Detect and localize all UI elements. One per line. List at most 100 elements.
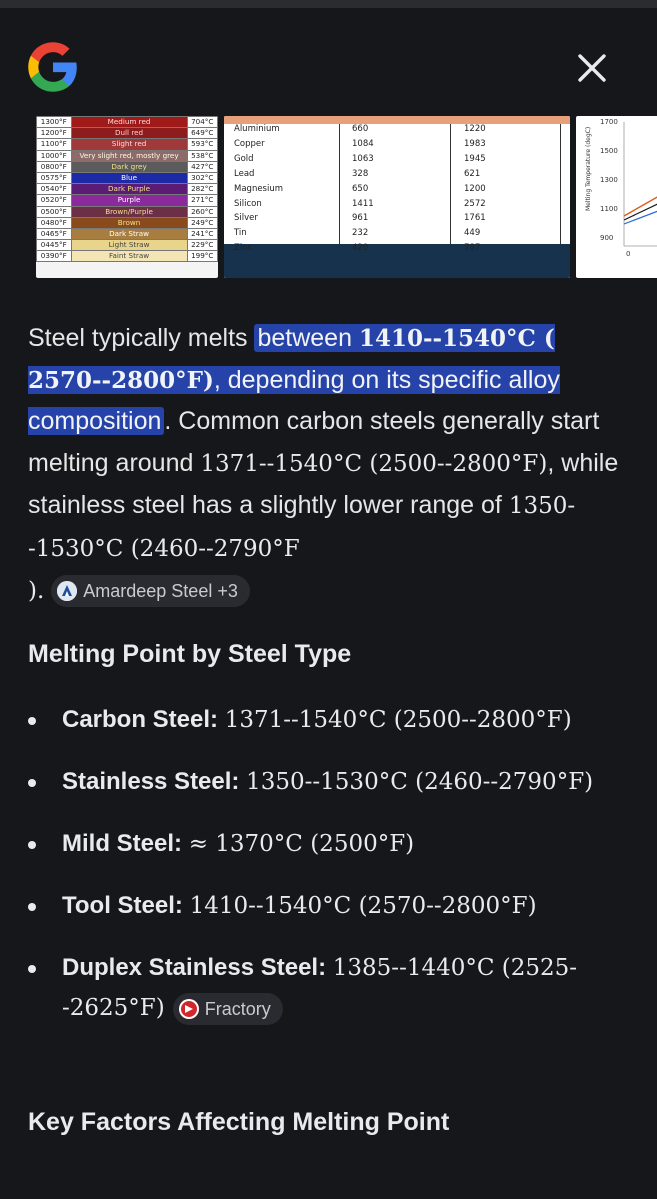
- source-chip-amardeep[interactable]: Amardeep Steel +3: [51, 575, 250, 608]
- source-chip-fractory[interactable]: Fractory: [172, 992, 283, 1025]
- close-icon[interactable]: [570, 46, 614, 90]
- steel-type-label: Stainless Steel:: [62, 768, 240, 795]
- metal-melting-table: Aluminium 660 1220 Copper 1084 1983 Gold 1063 19…: [224, 116, 570, 278]
- metal-name: Copper: [234, 138, 265, 149]
- metal-value: 787: [464, 243, 481, 254]
- chart-line-black: [623, 203, 657, 221]
- temper-c-cell: 229°C: [186, 239, 218, 252]
- metal-row: Tin 232 449: [224, 228, 570, 243]
- chart-y-tick: 1100: [600, 205, 618, 213]
- metal-value: 660: [352, 124, 369, 134]
- temper-row: 0480°F Brown 249°C: [36, 216, 218, 229]
- temper-color-cell: Purple: [70, 194, 188, 207]
- thumbnail-melting-chart[interactable]: Melting Temperature (degC) 1700 1500 1300 1…: [576, 116, 657, 278]
- metal-value: 449: [464, 228, 481, 239]
- temper-f-cell: 1100°F: [36, 138, 72, 151]
- temper-row: 0465°F Dark Straw 241°C: [36, 227, 218, 241]
- temper-f-cell: 0520°F: [36, 194, 72, 207]
- thumbnail-temper-colors[interactable]: 1300°F Medium red 704°C 1200°F Dull red 649°C…: [36, 116, 218, 278]
- temper-f-cell: 0800°F: [36, 160, 72, 173]
- carbon-range: 1371--1540°C (2500--2800°F): [200, 450, 548, 477]
- bullet-icon: [28, 779, 36, 787]
- steel-type-value: ≈ 1370°C (2500°F): [188, 831, 415, 857]
- highlight-range-c: 1410--1540°C (: [358, 325, 555, 352]
- metal-row: Magnesium 650 1200: [224, 184, 570, 199]
- temper-c-cell: 282°C: [186, 183, 218, 196]
- answer-paragraph: Steel typically melts between 1410--1540…: [28, 318, 628, 613]
- temper-color-cell: Brown: [70, 216, 188, 229]
- steel-type-value: 1371--1540°C (2500--2800°F): [224, 707, 572, 733]
- temper-c-cell: 241°C: [186, 227, 218, 241]
- steel-type-item: Mild Steel: ≈ 1370°C (2500°F): [28, 824, 638, 864]
- status-strip: [0, 0, 657, 8]
- steel-type-value: 1350--1530°C (2460--2790°F): [246, 769, 594, 795]
- google-g-logo[interactable]: [26, 40, 80, 94]
- temper-row: 1100°F Slight red 593°C: [36, 138, 218, 151]
- metal-row: Silicon 1411 2572: [224, 199, 570, 214]
- metal-value: 1945: [464, 153, 486, 164]
- steel-type-item: Carbon Steel: 1371--1540°C (2500--2800°F…: [28, 700, 638, 740]
- metal-value: 1063: [352, 153, 374, 164]
- metal-value: 1200: [464, 183, 486, 194]
- metal-value: 1983: [464, 138, 486, 149]
- temper-f-cell: 1000°F: [36, 149, 72, 162]
- metal-name: Silver: [234, 213, 258, 224]
- bullet-icon: [28, 717, 36, 725]
- temper-color-cell: Blue: [70, 171, 188, 185]
- metal-name: Magnesium: [234, 183, 284, 194]
- chart-y-tick: 1500: [600, 147, 618, 155]
- metal-name: Lead: [234, 168, 255, 179]
- melting-chart: Melting Temperature (degC) 1700 1500 1300 1…: [585, 118, 657, 258]
- metal-value: 232: [352, 228, 369, 239]
- temper-color-cell: Dull red: [70, 127, 188, 140]
- temper-c-cell: 649°C: [186, 127, 218, 140]
- steel-type-value: 1410--1540°C (2570--2800°F): [189, 893, 537, 919]
- metal-row: Copper 1084 1983: [224, 139, 570, 154]
- temper-row: 0520°F Purple 271°C: [36, 194, 218, 207]
- metal-name: Silicon: [234, 198, 262, 209]
- metal-name: Aluminium: [234, 124, 280, 134]
- temper-row: 0800°F Dark grey 427°C: [36, 160, 218, 173]
- thumbnail-metal-melting-table[interactable]: Aluminium 660 1220 Copper 1084 1983 Gold 1063 19…: [224, 116, 570, 278]
- temper-color-cell: Faint Straw: [70, 250, 188, 263]
- bullet-icon: [28, 841, 36, 849]
- temper-c-cell: 538°C: [186, 149, 218, 162]
- metal-row: Lead 328 621: [224, 169, 570, 184]
- chart-x-tick: 0: [626, 250, 630, 258]
- temper-row: 1000°F Very slight red, mostly grey 538°C: [36, 149, 218, 162]
- temper-row: 0390°F Faint Straw 199°C: [36, 250, 218, 263]
- steel-type-label: Mild Steel:: [62, 830, 183, 857]
- steel-type-list: Carbon Steel: 1371--1540°C (2500--2800°F…: [28, 700, 638, 1050]
- highlight-range-f: 2570--2800°F): [28, 366, 214, 394]
- temper-c-cell: 271°C: [186, 194, 218, 207]
- temper-c-cell: 593°C: [186, 138, 218, 151]
- temper-row: 0445°F Light Straw 229°C: [36, 239, 218, 252]
- steel-type-label: Tool Steel:: [62, 892, 183, 919]
- temper-f-cell: 0540°F: [36, 183, 72, 196]
- steel-type-label: Carbon Steel:: [62, 706, 219, 733]
- temper-c-cell: 302°C: [186, 171, 218, 185]
- metal-value: 1084: [352, 138, 374, 149]
- temper-color-cell: Slight red: [70, 138, 188, 151]
- metal-name: Zinc: [234, 243, 253, 254]
- temper-color-cell: Medium red: [70, 116, 188, 129]
- steel-type-item: Duplex Stainless Steel: 1385--1440°C (25…: [28, 948, 638, 1028]
- metal-value: 621: [464, 168, 481, 179]
- temper-f-cell: 0480°F: [36, 216, 72, 229]
- temper-color-table: 1300°F Medium red 704°C 1200°F Dull red 649°C…: [36, 116, 218, 263]
- temper-color-cell: Brown/Purple: [70, 205, 188, 218]
- metal-value: 1761: [464, 213, 486, 224]
- answer-text: Steel typically melts: [28, 324, 255, 352]
- temper-f-cell: 1200°F: [36, 127, 72, 140]
- temper-c-cell: 199°C: [186, 250, 218, 263]
- temper-c-cell: 427°C: [186, 160, 218, 173]
- metal-value: 328: [352, 168, 369, 179]
- steel-type-item: Stainless Steel: 1350--1530°C (2460--279…: [28, 762, 638, 802]
- chart-y-tick: 900: [600, 234, 613, 242]
- metal-value: 2572: [464, 198, 486, 209]
- fractory-chip-label: Fractory: [204, 998, 271, 1019]
- temper-row: 1200°F Dull red 649°C: [36, 127, 218, 140]
- steel-type-label: Duplex Stainless Steel:: [62, 954, 327, 981]
- temper-f-cell: 0575°F: [36, 171, 72, 185]
- temper-f-cell: 0445°F: [36, 239, 72, 252]
